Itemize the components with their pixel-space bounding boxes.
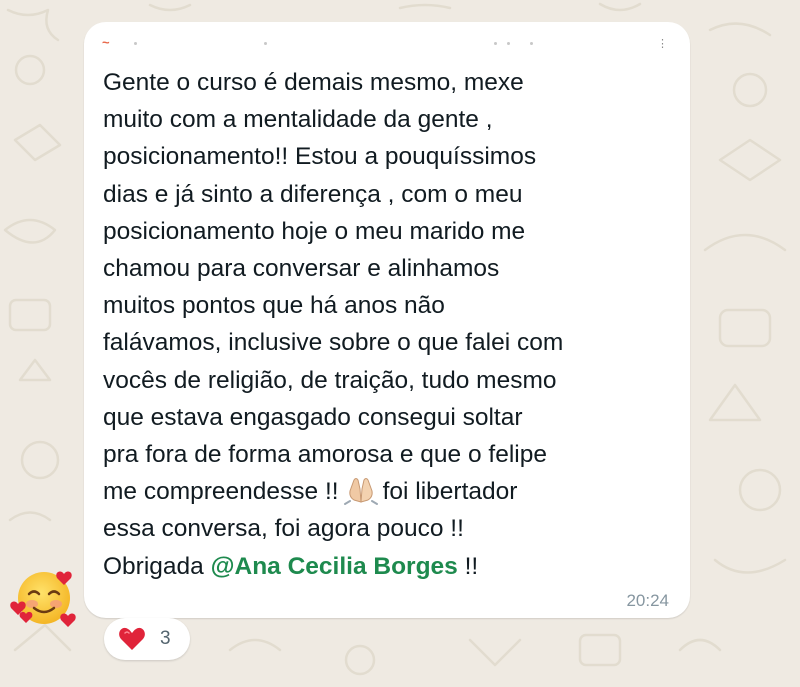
red-heart-icon	[119, 627, 145, 650]
message-timestamp: 20:24	[626, 591, 669, 610]
sender-name-fragment	[494, 42, 497, 45]
message-menu-icon[interactable]: ⋮	[657, 39, 668, 50]
message-bubble[interactable]: ~ ⋮ Gente o curso é demais mesmo, mexe m…	[84, 22, 690, 618]
message-body-end: !!	[457, 552, 479, 580]
praying-hands-icon	[343, 478, 378, 506]
reaction-pill[interactable]: 3	[104, 618, 190, 660]
sender-name-fragment	[134, 42, 137, 45]
sender-name-fragment	[264, 42, 267, 45]
sender-header: ~	[102, 36, 642, 50]
reaction-count: 3	[160, 628, 171, 649]
message-body: Gente o curso é demais mesmo, mexe muito…	[103, 69, 564, 506]
mention-link[interactable]: @Ana Cecilia Borges	[211, 553, 458, 580]
sender-name-fragment	[507, 42, 510, 45]
message-text: Gente o curso é demais mesmo, mexe muito…	[103, 64, 678, 585]
smiling-face-with-hearts-icon	[10, 571, 76, 627]
sender-name-mark: ~	[102, 35, 110, 50]
sender-name-fragment	[530, 42, 533, 45]
